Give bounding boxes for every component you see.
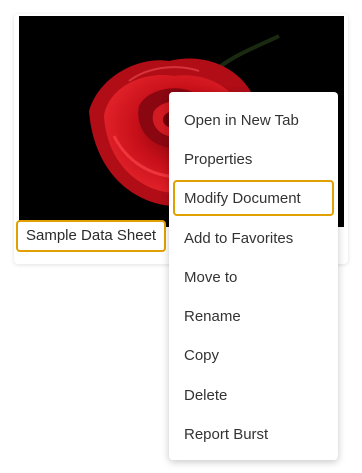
menu-item-modify-document[interactable]: Modify Document <box>173 179 334 216</box>
menu-item-copy[interactable]: Copy <box>173 334 334 373</box>
menu-item-properties[interactable]: Properties <box>173 138 334 177</box>
menu-item-report-burst[interactable]: Report Burst <box>173 413 334 452</box>
stage: Sample Data Sheet Open in New Tab Propert… <box>0 0 362 473</box>
menu-item-add-to-favorites[interactable]: Add to Favorites <box>173 217 334 256</box>
menu-item-rename[interactable]: Rename <box>173 295 334 334</box>
menu-item-open-in-new-tab[interactable]: Open in New Tab <box>173 99 334 138</box>
document-title[interactable]: Sample Data Sheet <box>16 220 167 252</box>
menu-item-move-to[interactable]: Move to <box>173 256 334 295</box>
context-menu: Open in New Tab Properties Modify Document… <box>169 92 338 460</box>
menu-item-delete[interactable]: Delete <box>173 374 334 413</box>
